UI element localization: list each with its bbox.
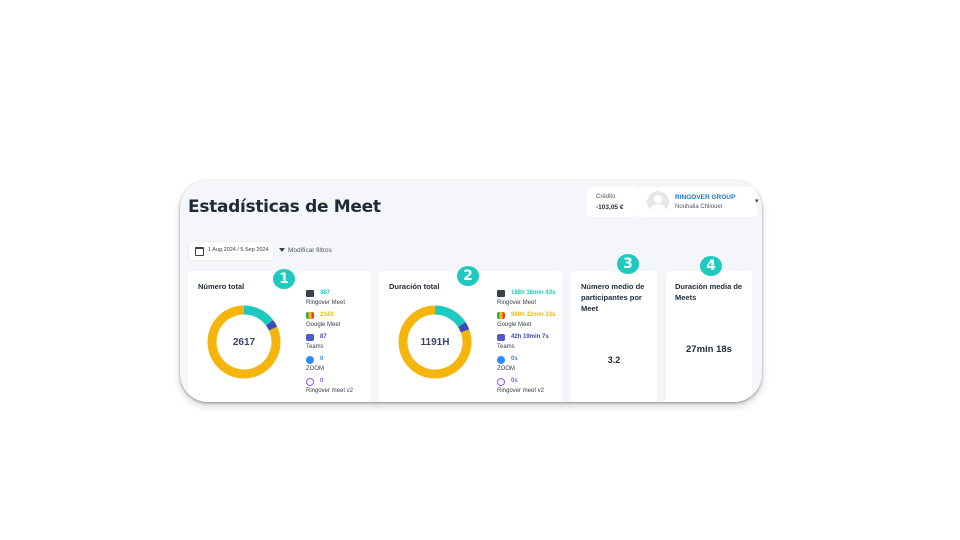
legend-value: 0s <box>511 378 518 384</box>
credit-box: Crédito -103,05 € <box>587 187 639 217</box>
legend-item: 960h 32min 33s Google Meet <box>497 312 577 334</box>
avatar <box>647 191 669 213</box>
legend-total-number: 387 Ringover Meet 2143 Google Meet 87 Teams 0 Z… <box>306 290 386 400</box>
teams-icon <box>497 334 505 341</box>
card-title: Número medio de participantes por Meet <box>581 282 645 313</box>
card-title: Duración total <box>389 282 440 291</box>
legend-item: 2143 Google Meet <box>306 312 386 334</box>
avg-duration-value: 27min 18s <box>686 344 732 355</box>
legend-value: 42h 19min 7s <box>511 334 549 340</box>
teams-icon <box>306 334 314 341</box>
card-avg-participants: Número medio de participantes por Meet 3… <box>571 271 657 402</box>
legend-value: 960h 32min 33s <box>511 312 556 318</box>
legend-value: 387 <box>320 290 331 296</box>
legend-item: 87 Teams <box>306 334 386 356</box>
legend-item: 188h 18min 43s Ringover Meet <box>497 290 577 312</box>
legend-total-duration: 188h 18min 43s Ringover Meet 960h 32min 33… <box>497 290 577 400</box>
user-menu[interactable]: RINGOVER GROUP Nouhaila Chliouet ▾ <box>639 187 759 217</box>
legend-item: 0s Ringover meet v2 <box>497 378 577 400</box>
avg-participants-value: 3.2 <box>607 355 621 365</box>
modify-filters-label: Modificar filtros <box>288 247 332 254</box>
calendar-icon <box>195 247 204 256</box>
legend-value: 2143 <box>320 312 334 318</box>
zoom-icon <box>306 356 314 364</box>
legend-item: 0s ZOOM <box>497 356 577 378</box>
filter-icon <box>279 248 285 253</box>
legend-label: Google Meet <box>497 322 532 328</box>
callout-badge-1: 1 <box>273 269 295 289</box>
donut-center-value: 1191H <box>420 336 450 348</box>
zoom-icon <box>497 356 505 364</box>
google-meet-icon <box>306 312 314 319</box>
legend-label: Teams <box>306 344 324 350</box>
legend-value: 188h 18min 43s <box>511 290 556 296</box>
company-name: RINGOVER GROUP <box>675 194 736 201</box>
chevron-down-icon[interactable]: ▾ <box>755 197 759 205</box>
legend-label: ZOOM <box>497 366 515 372</box>
modify-filters-button[interactable]: Modificar filtros <box>279 247 332 254</box>
legend-label: Ringover Meet <box>306 300 346 306</box>
callout-badge-2: 2 <box>457 266 479 286</box>
google-meet-icon <box>497 312 505 319</box>
donut-center-value: 2617 <box>232 336 256 348</box>
video-camera-icon <box>497 290 505 297</box>
legend-label: Teams <box>497 344 515 350</box>
ringover-v2-icon <box>497 378 505 386</box>
legend-value: 87 <box>320 334 327 340</box>
legend-value: 0s <box>511 356 518 362</box>
legend-label: Ringover meet v2 <box>497 388 545 394</box>
legend-item: 42h 19min 7s Teams <box>497 334 577 356</box>
user-name: Nouhaila Chliouet <box>675 204 723 210</box>
card-avg-duration: Duración media de Meets 27min 18s <box>666 271 752 402</box>
page-title: Estadísticas de Meet <box>188 197 381 217</box>
card-total-duration: Duración total 1191H 188h 18min 43s Ringo… <box>379 271 562 402</box>
date-range-text: 1 Aug 2024 / 5 Sep 2024 <box>208 247 269 253</box>
legend-label: Ringover meet v2 <box>306 388 354 394</box>
legend-label: ZOOM <box>306 366 324 372</box>
legend-value: 0 <box>320 356 324 362</box>
video-camera-icon <box>306 290 314 297</box>
legend-item: 0 ZOOM <box>306 356 386 378</box>
legend-label: Ringover Meet <box>497 300 537 306</box>
date-range-picker[interactable]: 1 Aug 2024 / 5 Sep 2024 <box>188 241 274 261</box>
card-title: Duración media de Meets <box>675 282 743 302</box>
meet-stats-panel: Estadísticas de Meet Crédito -103,05 € R… <box>180 180 762 402</box>
legend-value: 0 <box>320 378 324 384</box>
credit-value: -103,05 € <box>596 204 624 211</box>
card-title: Número total <box>198 282 245 291</box>
ringover-v2-icon <box>306 378 314 386</box>
legend-label: Google Meet <box>306 322 341 328</box>
card-total-number: Número total 2617 387 Ringover Meet 2143 Go… <box>188 271 371 402</box>
legend-item: 0 Ringover meet v2 <box>306 378 386 400</box>
legend-item: 387 Ringover Meet <box>306 290 386 312</box>
credit-label: Crédito <box>596 194 616 200</box>
callout-badge-4: 4 <box>700 256 722 276</box>
callout-badge-3: 3 <box>617 254 639 274</box>
